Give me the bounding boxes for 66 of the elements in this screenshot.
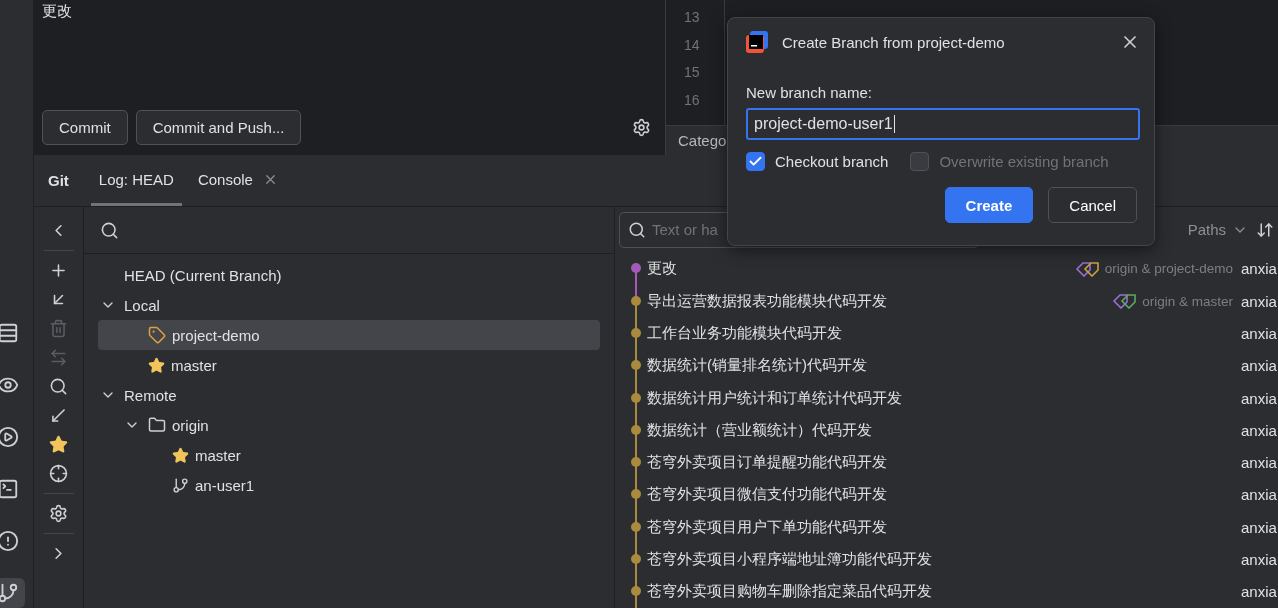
git-icon[interactable] (0, 578, 25, 608)
author-name: anxia (1241, 583, 1278, 601)
branch-tree-item[interactable]: HEAD (Current Branch) (98, 260, 600, 290)
ref-label: origin & master (1142, 293, 1233, 309)
fetch-icon[interactable] (49, 406, 68, 425)
author-name: anxia (1241, 486, 1278, 504)
ref-label: origin & project-demo (1104, 261, 1233, 277)
branch-tree-item[interactable]: master (98, 440, 600, 470)
commit-message: 数据统计用户统计和订单统计代码开发 (647, 388, 902, 408)
author-name: anxia (1241, 421, 1278, 439)
star-icon (148, 356, 165, 374)
paths-dropdown[interactable]: Paths (1187, 221, 1248, 239)
search-icon[interactable] (49, 377, 68, 396)
dialog-title: Create Branch from project-demo (782, 33, 1005, 51)
folder-icon (148, 416, 166, 434)
create-button[interactable]: Create (944, 187, 1034, 223)
branch-tree-item[interactable]: Remote (98, 380, 600, 410)
star-icon (172, 446, 189, 464)
checkbox-option[interactable]: Checkout branch (746, 152, 889, 171)
author-name: anxia (1241, 389, 1278, 407)
branch-tree-item[interactable]: Local (98, 290, 600, 320)
line-number: 13 (684, 8, 701, 27)
author-name: anxia (1241, 357, 1278, 375)
tag-icon (148, 326, 166, 344)
commit-message: 数据统计(销量排名统计)代码开发 (647, 356, 867, 376)
favorite-icon[interactable] (49, 435, 68, 454)
author-name: anxia (1241, 260, 1278, 278)
line-number: 15 (684, 63, 701, 82)
commit-button[interactable]: Commit and Push... (135, 110, 302, 145)
commit-message: 苍穹外卖项目小程序端地址簿功能代码开发 (647, 550, 932, 570)
add-icon[interactable] (49, 261, 68, 280)
checkbox[interactable] (746, 152, 765, 171)
branch-tree-item[interactable]: origin (98, 410, 600, 440)
branch-tree-item[interactable]: an-user1 (98, 470, 600, 500)
commit-message: 更改 (647, 259, 677, 279)
author-name: anxia (1241, 551, 1278, 569)
line-number: 14 (684, 35, 701, 54)
commit-message: 数据统计（营业额统计）代码开发 (647, 420, 872, 440)
commit-message: 苍穹外卖项目购物车删除指定菜品代码开发 (647, 582, 932, 602)
author-name: anxia (1241, 324, 1278, 342)
author-name: anxia (1241, 454, 1278, 472)
field-label: New branch name: (746, 84, 873, 101)
branch-tree-item[interactable]: master (98, 350, 600, 380)
commit-message: 苍穹外卖项目订单提醒功能代码开发 (647, 453, 887, 473)
sort-icon[interactable] (1256, 220, 1274, 239)
app-logo-icon (746, 31, 768, 53)
commit-message: 苍穹外卖项目用户下单功能代码开发 (647, 517, 887, 537)
commit-message: 工作台业务功能模块代码开发 (647, 323, 842, 343)
tab[interactable]: Console (189, 155, 286, 206)
commit-message[interactable]: 更改 (42, 2, 657, 21)
settings-icon[interactable] (49, 504, 68, 523)
author-name: anxia (1241, 292, 1278, 310)
settings-icon[interactable] (632, 118, 651, 137)
branch-tree-item[interactable]: project-demo (98, 320, 600, 350)
commit-message: 苍穹外卖项目微信支付功能代码开发 (647, 485, 887, 505)
locate-icon[interactable] (49, 464, 68, 483)
search-icon (628, 220, 646, 239)
search-icon[interactable] (100, 220, 119, 240)
branch-icon (172, 476, 189, 494)
commit-button[interactable]: Commit (42, 110, 128, 145)
line-number: 16 (684, 90, 701, 109)
branch-name-field[interactable]: project-demo-user1 (746, 108, 1140, 140)
cancel-button[interactable]: Cancel (1048, 187, 1137, 223)
tool-window-title: Git (48, 172, 69, 189)
commit-message: 导出运营数据报表功能模块代码开发 (647, 291, 887, 311)
author-name: anxia (1241, 518, 1278, 536)
